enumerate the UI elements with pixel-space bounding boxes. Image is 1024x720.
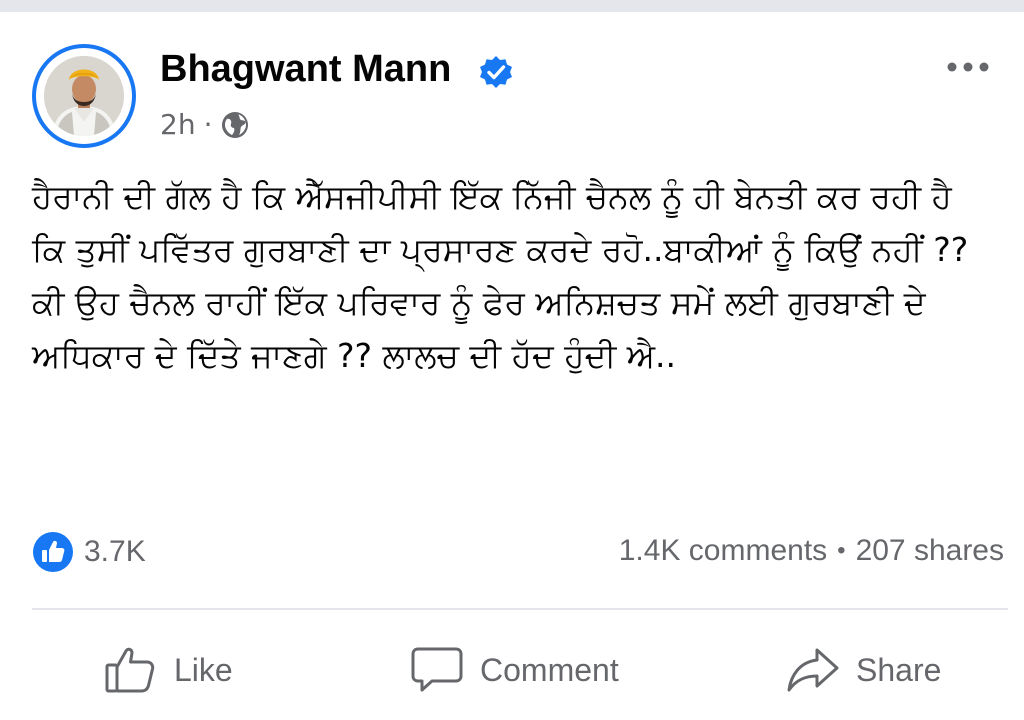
like-reaction-icon — [33, 532, 73, 572]
share-label: Share — [856, 651, 942, 688]
author-avatar[interactable] — [32, 44, 136, 148]
share-button[interactable]: Share — [786, 638, 941, 702]
meta-separator: · — [203, 108, 213, 141]
top-divider-strip — [0, 0, 1024, 12]
actions-divider — [32, 608, 1008, 610]
comment-button[interactable]: Comment — [410, 638, 619, 702]
more-options-icon[interactable] — [944, 52, 992, 82]
like-button[interactable]: Like — [104, 638, 233, 702]
comment-label: Comment — [480, 651, 619, 688]
comments-count[interactable]: 1.4K comments — [619, 534, 827, 568]
post-meta: 2h · — [160, 108, 250, 141]
globe-icon — [222, 111, 249, 138]
reaction-count: 3.7K — [84, 535, 146, 568]
engagement-stats: 1.4K comments • 207 shares — [619, 534, 1004, 568]
stats-separator: • — [837, 537, 846, 564]
post-time[interactable]: 2h — [160, 108, 196, 141]
author-name[interactable]: Bhagwant Mann — [160, 48, 451, 91]
comment-bubble-icon — [411, 647, 463, 692]
post-body-text: ਹੈਰਾਨੀ ਦੀ ਗੱਲ ਹੈ ਕਿ ਐੱਸਜੀਪੀਸੀ ਇੱਕ ਨਿੱਜੀ … — [32, 177, 969, 375]
share-arrow-icon — [787, 648, 839, 692]
like-label: Like — [174, 651, 233, 688]
thumbs-up-icon — [105, 647, 155, 693]
post-actions-bar: Like Comment Share — [0, 630, 1024, 710]
verified-badge-icon — [480, 56, 512, 88]
avatar-photo — [44, 56, 124, 136]
shares-count[interactable]: 207 shares — [856, 534, 1004, 568]
reactions-summary[interactable]: 3.7K — [32, 531, 146, 573]
